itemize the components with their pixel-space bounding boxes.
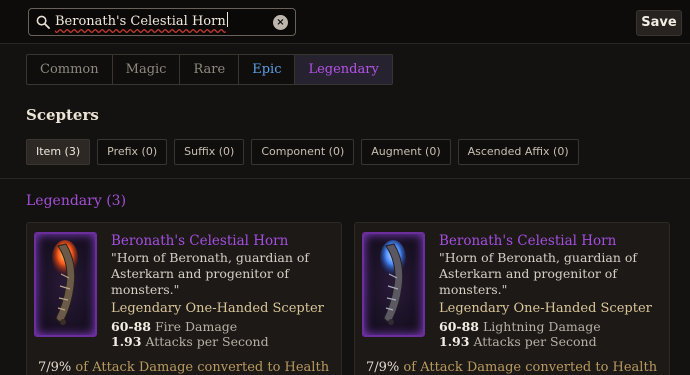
search-input[interactable]: Beronath's Celestial Horn	[55, 12, 275, 32]
search-input-value: Beronath's Celestial Horn	[55, 14, 226, 29]
item-card[interactable]: Beronath's Celestial Horn "Horn of Beron…	[354, 222, 670, 375]
tab-epic[interactable]: Epic	[239, 55, 296, 84]
section-divider	[0, 178, 690, 179]
rarity-filter: Common Magic Rare Epic Legendary	[26, 54, 393, 85]
tab-magic[interactable]: Magic	[113, 55, 181, 84]
affix-value: 7/9%	[38, 360, 72, 375]
group-title: Legendary (3)	[26, 193, 127, 209]
item-description: "Horn of Beronath, guardian of Asterkarn…	[439, 250, 638, 297]
top-bar: Beronath's Celestial Horn × Save	[0, 0, 690, 44]
tab-ascended-affix[interactable]: Ascended Affix (0)	[457, 139, 579, 165]
damage-stat: 60-88 Lightning Damage	[439, 319, 601, 334]
item-name: Beronath's Celestial Horn	[439, 233, 617, 249]
tab-legendary[interactable]: Legendary	[295, 55, 392, 84]
search-icon	[36, 15, 50, 29]
affix-line: 7/9% of Attack Damage converted to Healt…	[366, 360, 657, 375]
search-box[interactable]: Beronath's Celestial Horn ×	[28, 8, 296, 36]
speed-value: 1.93	[439, 334, 470, 349]
tab-rare[interactable]: Rare	[180, 55, 240, 84]
section-title: Scepters	[26, 106, 99, 124]
tab-augment[interactable]: Augment (0)	[361, 139, 451, 165]
clear-search-icon[interactable]: ×	[273, 15, 288, 30]
affix-text: of Attack Damage converted to Health	[75, 360, 330, 375]
damage-label: Fire Damage	[154, 319, 238, 334]
damage-value: 60-88	[111, 319, 151, 334]
item-card[interactable]: Beronath's Celestial Horn "Horn of Beron…	[26, 222, 342, 375]
speed-stat: 1.93 Attacks per Second	[111, 334, 269, 349]
speed-label: Attacks per Second	[473, 334, 597, 349]
item-type: Legendary One-Handed Scepter	[439, 301, 652, 316]
tab-component[interactable]: Component (0)	[251, 139, 355, 165]
tab-prefix[interactable]: Prefix (0)	[97, 139, 168, 165]
affix-value: 7/9%	[366, 360, 400, 375]
tab-item[interactable]: Item (3)	[26, 139, 91, 165]
save-button[interactable]: Save	[636, 10, 682, 36]
fire-horn-icon	[52, 240, 78, 325]
tab-suffix[interactable]: Suffix (0)	[174, 139, 245, 165]
item-thumbnail	[362, 232, 425, 337]
speed-label: Attacks per Second	[145, 334, 269, 349]
affix-line: 7/9% of Attack Damage converted to Healt…	[38, 360, 329, 375]
speed-stat: 1.93 Attacks per Second	[439, 334, 597, 349]
category-tabs: Item (3) Prefix (0) Suffix (0) Component…	[26, 139, 579, 165]
item-thumbnail	[34, 232, 97, 337]
speed-value: 1.93	[111, 334, 142, 349]
affix-text: of Attack Damage converted to Health	[403, 360, 658, 375]
lightning-horn-icon	[380, 240, 406, 325]
damage-value: 60-88	[439, 319, 479, 334]
tab-common[interactable]: Common	[27, 55, 113, 84]
item-name: Beronath's Celestial Horn	[111, 233, 289, 249]
item-description: "Horn of Beronath, guardian of Asterkarn…	[111, 250, 310, 297]
damage-stat: 60-88 Fire Damage	[111, 319, 237, 334]
damage-label: Lightning Damage	[482, 319, 601, 334]
text-caret	[226, 12, 228, 27]
item-type: Legendary One-Handed Scepter	[111, 301, 324, 316]
